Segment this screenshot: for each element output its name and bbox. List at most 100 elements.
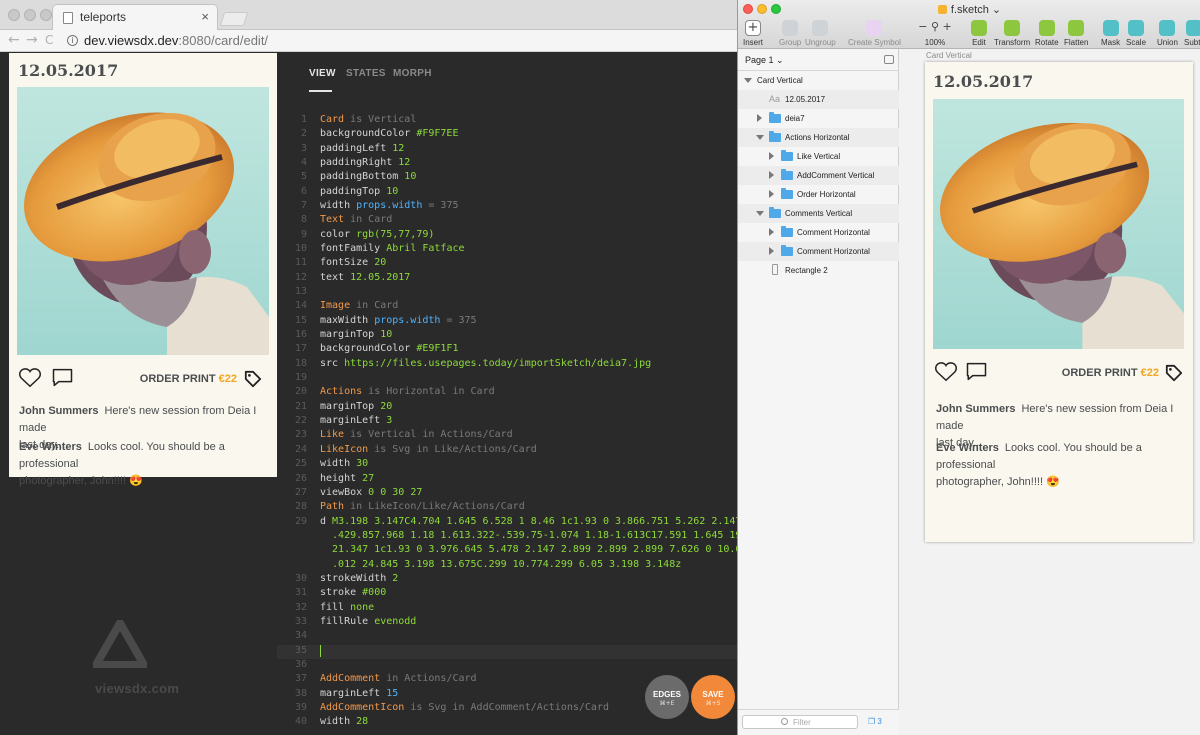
zoom-in-icon[interactable]: + — [943, 20, 952, 33]
code-line[interactable]: .429.857.968 1.18 1.613.322-.539.75-1.07… — [277, 530, 738, 544]
disclosure-closed-icon[interactable] — [757, 114, 762, 122]
code-line[interactable]: 17 backgroundColor #E9F1F1 — [277, 343, 738, 357]
filter-input[interactable]: Filter — [742, 715, 858, 729]
transform-tool[interactable]: Transform — [994, 20, 1030, 47]
code-line[interactable]: 21 marginTop 20 — [277, 401, 738, 415]
tab-states[interactable]: STATES — [346, 68, 386, 79]
zoom-tool[interactable]: − ⚲ + 100% — [916, 20, 954, 47]
new-tab-button[interactable] — [219, 12, 249, 26]
comment-user[interactable]: John Summers — [19, 405, 98, 417]
collapse-icon[interactable] — [884, 55, 894, 64]
union-tool[interactable]: Union — [1157, 20, 1178, 47]
layer-date-text[interactable]: Aa 12.05.2017 — [738, 90, 899, 109]
code-line[interactable]: 19 — [277, 372, 738, 386]
code-line[interactable]: 11 fontSize 20 — [277, 257, 738, 271]
code-line[interactable]: 3 paddingLeft 12 — [277, 143, 738, 157]
code-line[interactable]: 7 width props.width = 375 — [277, 200, 738, 214]
disclosure-closed-icon[interactable] — [769, 190, 774, 198]
layer-deia7[interactable]: deia7 — [738, 109, 899, 128]
layer-like-vertical[interactable]: Like Vertical — [738, 147, 899, 166]
reload-icon[interactable]: C — [45, 33, 53, 47]
artboard-card[interactable]: 12.05.2017 ORDER PRINT €22 John Summers … — [925, 62, 1193, 542]
code-line[interactable]: 9 color rgb(75,77,79) — [277, 229, 738, 243]
comment-user[interactable]: Eve Winters — [19, 441, 82, 453]
code-line[interactable]: 24 LikeIcon is Svg in Like/Actions/Card — [277, 444, 738, 458]
code-line[interactable]: 18 src https://files.usepages.today/impor… — [277, 358, 738, 372]
edges-button[interactable]: EDGES ⌘+E — [645, 675, 689, 719]
code-line[interactable]: 2 backgroundColor #F9F7EE — [277, 128, 738, 142]
code-line[interactable]: 28 Path in LikeIcon/Like/Actions/Card — [277, 501, 738, 515]
layer-comment-horizontal[interactable]: Comment Horizontal — [738, 242, 899, 261]
layer-card-vertical[interactable]: Card Vertical — [738, 71, 899, 90]
info-icon[interactable]: i — [67, 35, 78, 46]
code-line[interactable]: 13 — [277, 286, 738, 300]
code-line[interactable]: 8 Text in Card — [277, 214, 738, 228]
code-line[interactable]: 5 paddingBottom 10 — [277, 171, 738, 185]
comment-icon[interactable] — [52, 368, 73, 387]
code-line[interactable]: 21.347 1c1.93 0 3.976.645 5.478 2.147 2.… — [277, 544, 738, 558]
disclosure-open-icon[interactable] — [744, 78, 752, 83]
code-line[interactable]: 20 Actions is Horizontal in Card — [277, 386, 738, 400]
back-icon[interactable]: ← — [8, 32, 20, 48]
tab-close-icon[interactable]: × — [201, 9, 209, 24]
subtract-tool[interactable]: Subtr — [1184, 20, 1200, 47]
code-line[interactable]: 14 Image in Card — [277, 300, 738, 314]
address-bar[interactable]: i dev.viewsdx.dev:8080/card/edit/ — [63, 31, 738, 50]
save-button[interactable]: SAVE ⌘+S — [691, 675, 735, 719]
comment-user[interactable]: John Summers — [936, 403, 1015, 415]
layer-actions-horizontal[interactable]: Actions Horizontal — [738, 128, 899, 147]
code-editor[interactable]: 1 Card is Vertical 2 backgroundColor #F9F7E… — [277, 114, 738, 735]
minimize-window-button[interactable] — [24, 9, 36, 21]
heart-icon[interactable] — [19, 368, 41, 388]
page-selector[interactable]: Page 1 ⌄ — [738, 49, 899, 71]
code-line[interactable]: 16 marginTop 10 — [277, 329, 738, 343]
layer-order-horizontal[interactable]: Order Horizontal — [738, 185, 899, 204]
code-line[interactable]: 34 — [277, 630, 738, 644]
code-line[interactable]: 26 height 27 — [277, 473, 738, 487]
zoom-out-icon[interactable]: − — [918, 20, 927, 33]
tag-icon[interactable] — [244, 370, 262, 388]
group-tool[interactable]: Group — [779, 20, 801, 47]
disclosure-closed-icon[interactable] — [769, 152, 774, 160]
ungroup-tool[interactable]: Ungroup — [805, 20, 836, 47]
code-line[interactable]: 35 — [277, 644, 738, 659]
disclosure-closed-icon[interactable] — [769, 228, 774, 236]
code-line[interactable]: 22 marginLeft 3 — [277, 415, 738, 429]
comment-icon[interactable] — [966, 362, 987, 381]
heart-icon[interactable] — [935, 362, 957, 382]
code-line[interactable]: .012 24.845 3.198 13.675C.299 10.774.299… — [277, 559, 738, 573]
comment-user[interactable]: Eve Winters — [936, 442, 999, 454]
code-line[interactable]: 15 maxWidth props.width = 375 — [277, 315, 738, 329]
zoom-window-button[interactable] — [40, 9, 52, 21]
browser-tab[interactable]: teleports × — [52, 4, 218, 31]
tab-view[interactable]: VIEW — [309, 68, 336, 79]
code-line[interactable]: 6 paddingTop 10 — [277, 186, 738, 200]
code-line[interactable]: 1 Card is Vertical — [277, 114, 738, 128]
sketch-canvas[interactable]: Card Vertical 12.05.2017 ORDER PRINT €22… — [899, 49, 1200, 735]
order-print[interactable]: ORDER PRINT €22 — [140, 373, 237, 385]
scale-tool[interactable]: Scale — [1126, 20, 1146, 47]
flatten-tool[interactable]: Flatten — [1064, 20, 1088, 47]
create-symbol-tool[interactable]: Create Symbol — [848, 20, 901, 47]
code-line[interactable]: 33 fillRule evenodd — [277, 616, 738, 630]
code-line[interactable]: 27 viewBox 0 0 30 27 — [277, 487, 738, 501]
forward-icon[interactable]: → — [26, 32, 38, 48]
order-print[interactable]: ORDER PRINT €22 — [1062, 367, 1159, 379]
mask-tool[interactable]: Mask — [1101, 20, 1120, 47]
layer-comments-vertical[interactable]: Comments Vertical — [738, 204, 899, 223]
edit-tool[interactable]: Edit — [971, 20, 987, 47]
layer-comment-horizontal[interactable]: Comment Horizontal — [738, 223, 899, 242]
code-line[interactable]: 29 d M3.198 3.147C4.704 1.645 6.528 1 8.4… — [277, 516, 738, 530]
symbols-count[interactable]: ❐ 3 — [868, 717, 882, 726]
code-line[interactable]: 25 width 30 — [277, 458, 738, 472]
code-line[interactable]: 4 paddingRight 12 — [277, 157, 738, 171]
code-line[interactable]: 12 text 12.05.2017 — [277, 272, 738, 286]
code-line[interactable]: 32 fill none — [277, 602, 738, 616]
code-line[interactable]: 23 Like is Vertical in Actions/Card — [277, 429, 738, 443]
code-line[interactable]: 36 — [277, 659, 738, 673]
close-window-button[interactable] — [8, 9, 20, 21]
layer-rectangle-2[interactable]: Rectangle 2 — [738, 261, 899, 280]
insert-tool[interactable]: + Insert — [743, 20, 763, 47]
artboard-label[interactable]: Card Vertical — [926, 51, 972, 60]
disclosure-open-icon[interactable] — [756, 135, 764, 140]
